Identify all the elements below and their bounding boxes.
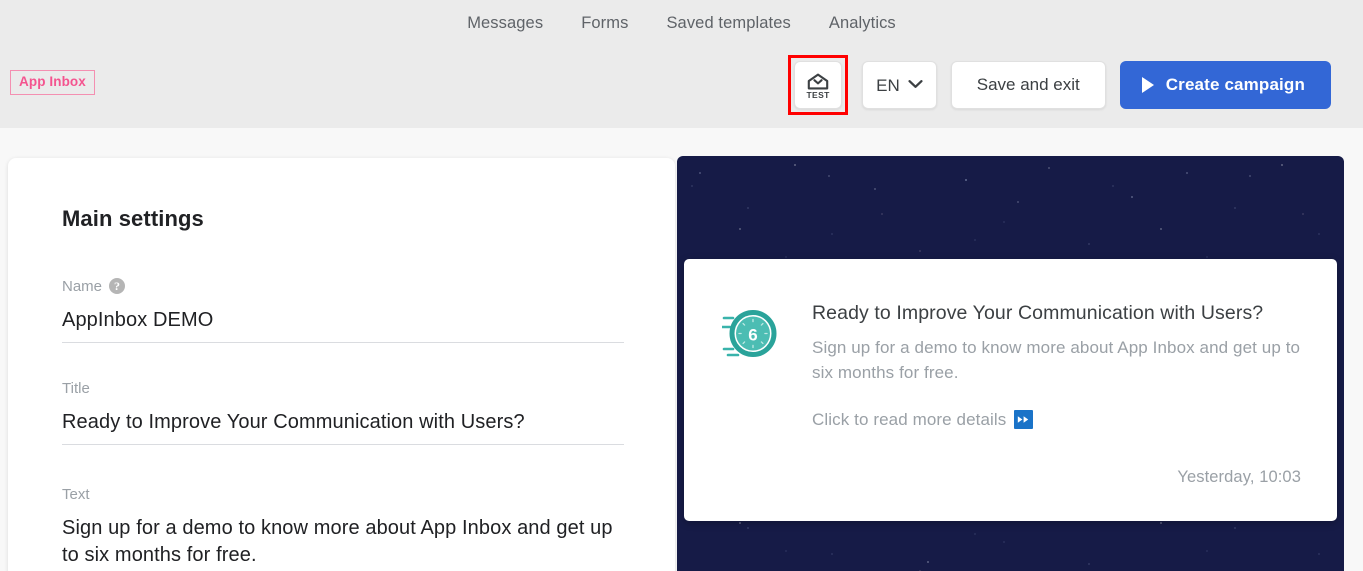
field-text: Text Sign up for a demo to know more abo… <box>62 487 624 571</box>
language-code: EN <box>876 75 900 95</box>
field-text-label-text: Text <box>62 486 90 503</box>
fast-forward-icon <box>1014 410 1034 430</box>
field-name: Name ? AppInbox DEMO <box>62 278 624 343</box>
editor-content-area: Main settings Name ? AppInbox DEMO Title… <box>0 128 1363 571</box>
title-input[interactable]: Ready to Improve Your Communication with… <box>62 409 624 444</box>
field-title-label: Title <box>62 381 624 396</box>
message-preview-pane: 6 Ready to Improve Your Communication wi… <box>677 156 1344 571</box>
test-button-label: TEST <box>806 90 830 101</box>
message-cta-label: Click to read more details <box>812 409 1007 429</box>
main-settings-card: Main settings Name ? AppInbox DEMO Title… <box>8 158 675 571</box>
save-and-exit-button[interactable]: Save and exit <box>950 61 1106 109</box>
in-app-message-card[interactable]: 6 Ready to Improve Your Communication wi… <box>684 259 1337 521</box>
message-title: Ready to Improve Your Communication with… <box>812 302 1264 324</box>
main-navigation-tabs: Messages Forms Saved templates Analytics <box>0 0 1363 46</box>
field-name-label-text: Name <box>62 277 103 295</box>
clock-icon: 6 <box>722 305 780 363</box>
app-header: Messages Forms Saved templates Analytics… <box>0 0 1363 128</box>
field-text-label: Text <box>62 487 624 502</box>
field-title-underline <box>62 444 624 445</box>
home-test-icon <box>807 73 829 90</box>
field-title: Title Ready to Improve Your Communicatio… <box>62 381 624 445</box>
text-input[interactable]: Sign up for a demo to know more about Ap… <box>62 515 624 571</box>
message-text: Sign up for a demo to know more about Ap… <box>812 338 1301 382</box>
header-action-row: App Inbox TEST EN Save and exit Create c… <box>0 46 1363 128</box>
avatar-number: 6 <box>748 326 757 345</box>
message-body: Ready to Improve Your Communication with… <box>812 301 1301 521</box>
language-selector[interactable]: EN <box>862 61 937 109</box>
campaign-editor-screen: Messages Forms Saved templates Analytics… <box>0 0 1363 571</box>
play-icon <box>1141 77 1154 93</box>
channel-badge-app-inbox: App Inbox <box>10 70 95 95</box>
header-actions: TEST EN Save and exit Create campaign <box>788 55 1331 115</box>
test-button-wrapper: TEST <box>788 55 849 115</box>
test-button[interactable]: TEST <box>794 61 843 109</box>
tab-saved-templates[interactable]: Saved templates <box>666 15 790 32</box>
field-name-label: Name ? <box>62 278 624 294</box>
tab-messages[interactable]: Messages <box>467 15 543 32</box>
page-title: Main settings <box>62 206 204 231</box>
message-timestamp: Yesterday, 10:03 <box>1177 468 1301 486</box>
field-name-underline <box>62 342 624 343</box>
message-cta-link[interactable]: Click to read more details <box>812 410 1301 430</box>
help-icon[interactable]: ? <box>109 278 126 294</box>
field-title-label-text: Title <box>62 380 90 397</box>
create-campaign-button[interactable]: Create campaign <box>1119 61 1331 109</box>
chevron-down-icon <box>908 76 923 94</box>
tab-forms[interactable]: Forms <box>581 15 628 32</box>
create-campaign-label: Create campaign <box>1165 75 1305 94</box>
name-input[interactable]: AppInbox DEMO <box>62 307 624 342</box>
tab-analytics[interactable]: Analytics <box>829 15 896 32</box>
